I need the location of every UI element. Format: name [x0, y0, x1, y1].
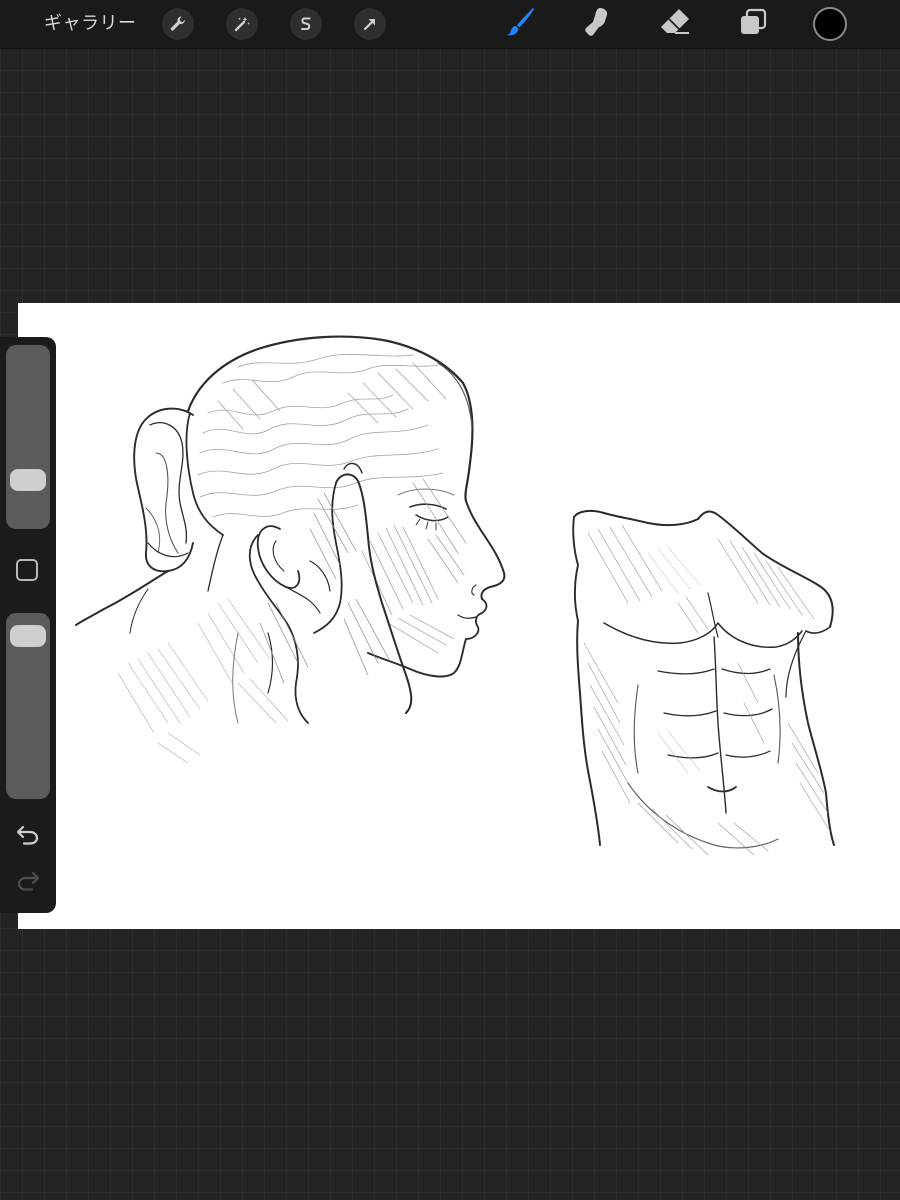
redo-button[interactable]	[14, 869, 42, 897]
actions-button[interactable]	[162, 8, 194, 40]
smudge-finger-icon	[581, 5, 615, 43]
color-swatch[interactable]	[813, 7, 847, 41]
eraser-tool-button[interactable]	[658, 7, 692, 41]
magic-wand-icon	[233, 15, 251, 33]
torso-sketch	[572, 509, 835, 856]
brush-opacity-knob[interactable]	[10, 624, 46, 647]
brush-size-slider[interactable]	[6, 345, 50, 529]
brush-size-knob[interactable]	[10, 469, 46, 492]
brush-opacity-slider[interactable]	[6, 613, 50, 799]
drawing-canvas[interactable]	[18, 303, 900, 929]
transform-button[interactable]	[354, 8, 386, 40]
left-sidebar	[0, 337, 56, 913]
head-sketch	[75, 335, 506, 764]
modify-button[interactable]	[16, 559, 38, 581]
arrow-cursor-icon	[361, 15, 379, 33]
top-toolbar: ギャラリー	[0, 0, 900, 48]
selection-button[interactable]	[290, 8, 322, 40]
undo-button[interactable]	[14, 823, 42, 851]
paintbrush-icon	[503, 5, 537, 43]
layers-button[interactable]	[736, 7, 770, 41]
gallery-button[interactable]: ギャラリー	[44, 11, 137, 37]
undo-arrow-icon	[15, 823, 41, 851]
selection-s-icon	[297, 15, 315, 33]
redo-arrow-icon	[15, 869, 41, 897]
brush-tool-button[interactable]	[503, 7, 537, 41]
eraser-icon	[658, 5, 692, 43]
smudge-tool-button[interactable]	[581, 7, 615, 41]
adjustments-button[interactable]	[226, 8, 258, 40]
procreate-app: ギャラリー	[0, 0, 900, 1200]
layers-icon	[736, 5, 770, 43]
wrench-icon	[169, 15, 187, 33]
sketch-artwork	[75, 335, 835, 856]
